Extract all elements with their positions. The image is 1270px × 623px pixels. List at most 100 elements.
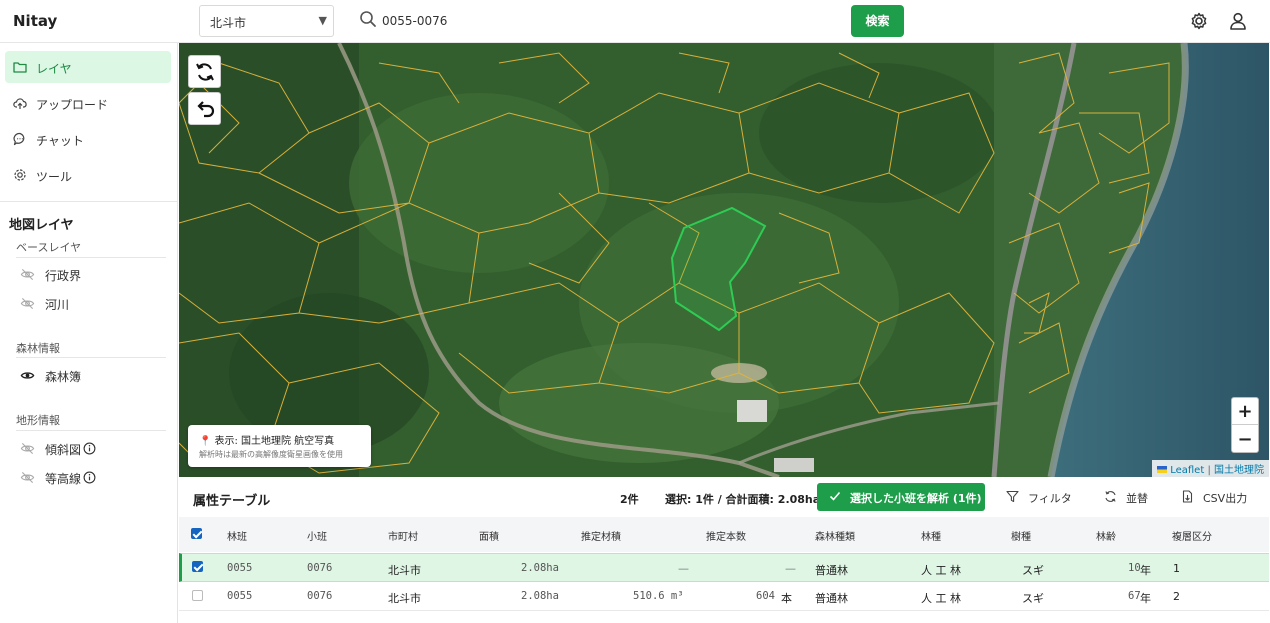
- layer-label: 河川: [45, 298, 70, 312]
- refresh-icon: [196, 63, 214, 81]
- layer-label: 森林簿: [45, 370, 82, 384]
- cell-layer: 1: [1173, 562, 1180, 575]
- cell-area: 2.08ha: [521, 590, 559, 602]
- undo-icon: [197, 101, 215, 118]
- group-title-base: ベースレイヤ: [16, 241, 82, 254]
- cell-tree-count: —: [785, 562, 796, 575]
- column-header[interactable]: 樹種: [1011, 528, 1031, 543]
- column-header[interactable]: 複層区分: [1172, 528, 1212, 543]
- cell-age-unit: 年: [1140, 592, 1151, 605]
- cell-age: 10: [1128, 562, 1141, 574]
- sidebar-item-chat[interactable]: チャット: [5, 123, 171, 155]
- filter-icon: [1006, 490, 1019, 503]
- layer-label: 傾斜図: [45, 443, 82, 457]
- attribution-separator: |: [1204, 465, 1214, 476]
- cell-volume: —: [678, 562, 689, 575]
- cell-forest-type: 普通林: [815, 592, 848, 605]
- upload-cloud-icon: [13, 98, 27, 109]
- column-header[interactable]: 推定材積: [581, 528, 621, 543]
- record-count: 2件: [620, 493, 639, 506]
- eye-off-icon[interactable]: [20, 470, 35, 485]
- select-all-checkbox[interactable]: [191, 528, 202, 539]
- refresh-button[interactable]: [188, 55, 221, 88]
- column-header[interactable]: 森林種類: [815, 528, 855, 543]
- zoom-in-button[interactable]: +: [1232, 398, 1258, 425]
- imagery-note-title: 表示: 国土地理院 航空写真: [214, 436, 335, 447]
- row-checkbox[interactable]: [192, 590, 203, 601]
- cell-city: 北斗市: [388, 592, 421, 605]
- cell-species: スギ: [1022, 564, 1044, 577]
- cell-species: スギ: [1022, 592, 1044, 605]
- imagery-note-sub: 解析時は最新の高解像度衛星画像を使用: [199, 450, 343, 459]
- cell-area: 2.08ha: [521, 562, 559, 574]
- group-title-forest: 森林情報: [16, 342, 60, 355]
- user-icon[interactable]: [1228, 11, 1248, 31]
- divider: [16, 357, 166, 358]
- undo-button[interactable]: [188, 92, 221, 125]
- row-checkbox[interactable]: [192, 561, 203, 572]
- sidebar-item-label: ツール: [36, 170, 73, 184]
- layer-label: 行政界: [45, 269, 82, 283]
- cell-tree-count-unit: 本: [781, 592, 792, 605]
- sidebar-item-label: アップロード: [36, 98, 109, 112]
- layer-label: 等高線: [45, 472, 82, 486]
- eye-off-icon[interactable]: [20, 267, 35, 282]
- zoom-out-button[interactable]: −: [1232, 426, 1258, 453]
- sidebar-item-tools[interactable]: ツール: [5, 159, 171, 191]
- cell-tree-count: 604: [756, 590, 775, 602]
- filter-label: フィルタ: [1028, 492, 1072, 505]
- divider: [16, 430, 166, 431]
- column-header[interactable]: 面積: [479, 528, 499, 543]
- column-header[interactable]: 市町村: [388, 528, 418, 543]
- map-layers-title: 地図レイヤ: [9, 218, 74, 233]
- eye-off-icon[interactable]: [20, 296, 35, 311]
- sort-label: 並替: [1126, 492, 1148, 505]
- sidebar-item-label: レイヤ: [36, 62, 72, 76]
- table-row[interactable]: 0055 0076 北斗市 2.08ha — — 普通林 人 工 林 スギ 10…: [179, 553, 1269, 582]
- sort-refresh-icon: [1105, 491, 1116, 502]
- column-header[interactable]: 林種: [921, 528, 941, 543]
- pin-icon: 📍: [199, 436, 212, 447]
- tool-icon: [14, 169, 26, 181]
- folder-icon: [13, 62, 27, 73]
- column-header[interactable]: 林齢: [1096, 528, 1116, 543]
- cell-rinshu: 人 工 林: [921, 592, 961, 605]
- eye-icon[interactable]: [20, 368, 35, 383]
- cell-rinpan: 0055: [227, 590, 253, 602]
- table-row[interactable]: 0055 0076 北斗市 2.08ha 510.6 m³ 604 本 普通林 …: [179, 582, 1269, 611]
- column-header[interactable]: 推定本数: [706, 528, 746, 543]
- cell-city: 北斗市: [388, 564, 421, 577]
- column-header[interactable]: 林班: [227, 528, 247, 543]
- chevron-down-icon: ▼: [318, 14, 327, 27]
- file-export-icon: [1182, 490, 1193, 503]
- attribution-leaflet-link[interactable]: Leaflet: [1170, 465, 1204, 476]
- attribute-table-title: 属性テーブル: [193, 494, 271, 509]
- map-view[interactable]: + − 📍 表示: 国土地理院 航空写真 解析時は最新の高解像度衛星画像を使用 L…: [179, 43, 1269, 477]
- divider: [0, 201, 178, 202]
- selection-summary: 選択: 1件 / 合計面積: 2.08ha: [665, 493, 821, 506]
- sidebar-item-layers[interactable]: レイヤ: [5, 51, 171, 83]
- gear-icon[interactable]: [1189, 11, 1209, 31]
- imagery-note-title-row: 📍 表示: 国土地理院 航空写真: [199, 432, 334, 447]
- eye-off-icon[interactable]: [20, 441, 35, 456]
- search-input[interactable]: [382, 8, 822, 34]
- table-header: 林班 小班 市町村 面積 推定材積 推定本数 森林種類 林種 樹種 林齢 複層区…: [179, 517, 1269, 552]
- cell-forest-type: 普通林: [815, 564, 848, 577]
- search-button[interactable]: 検索: [851, 5, 904, 37]
- analyze-selected-button[interactable]: 選択した小班を解析 (1件): [817, 483, 985, 511]
- info-icon[interactable]: [83, 471, 96, 484]
- city-select-value: 北斗市: [210, 16, 247, 30]
- info-icon[interactable]: [83, 442, 96, 455]
- group-title-terrain: 地形情報: [16, 414, 60, 427]
- imagery-note: 📍 表示: 国土地理院 航空写真 解析時は最新の高解像度衛星画像を使用: [188, 425, 371, 467]
- column-header[interactable]: 小班: [307, 528, 327, 543]
- city-select[interactable]: 北斗市 ▼: [199, 5, 334, 37]
- attribution-gsi-link[interactable]: 国土地理院: [1214, 465, 1264, 476]
- cell-layer: 2: [1173, 590, 1180, 603]
- cell-age-unit: 年: [1140, 564, 1151, 577]
- aerial-photo-layer: [179, 43, 1269, 477]
- sidebar-item-upload[interactable]: アップロード: [5, 87, 171, 119]
- zoom-control: + −: [1231, 397, 1259, 453]
- cell-rinpan: 0055: [227, 562, 253, 574]
- ukraine-flag-icon: [1157, 466, 1168, 473]
